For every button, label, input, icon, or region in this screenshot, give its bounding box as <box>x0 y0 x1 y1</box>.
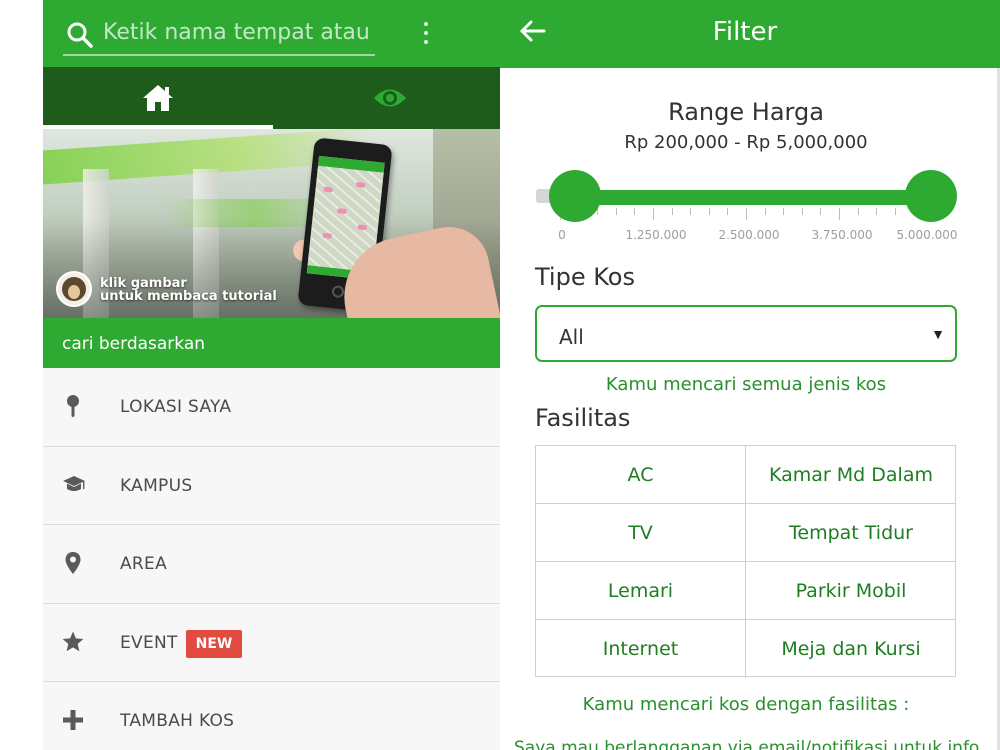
plus-icon <box>63 710 83 730</box>
facility-option-lemari[interactable]: Lemari <box>536 562 746 620</box>
banner-caption-line2: untuk membaca tutorial <box>100 289 277 304</box>
slider-tick <box>653 208 654 220</box>
eye-icon <box>374 89 406 107</box>
avatar <box>56 271 92 307</box>
fasilitas-label: Fasilitas <box>535 404 631 432</box>
facility-option-kamar-mandi-dalam[interactable]: Kamar Md Dalam <box>746 446 956 504</box>
slider-tick-label: 0 <box>558 228 566 242</box>
price-range-title: Range Harga <box>668 98 824 126</box>
menu-item-label: AREA <box>120 554 168 574</box>
tipe-kos-selected-value: All <box>559 325 584 349</box>
slider-tick-label: 5.000.000 <box>896 228 958 242</box>
slider-tick <box>615 208 617 215</box>
menu-item-area[interactable]: AREA <box>43 525 500 604</box>
facility-option-internet[interactable]: Internet <box>536 620 746 678</box>
banner-caption: klik gambar untuk membaca tutorial <box>100 277 277 303</box>
dropdown-caret-icon: ▼ <box>931 326 945 342</box>
filter-toolbar: Filter <box>500 0 1000 68</box>
subscribe-text[interactable]: Saya mau berlangganan via email/notifika… <box>514 738 994 750</box>
facility-option-ac[interactable]: AC <box>536 446 746 504</box>
star-icon <box>62 631 84 651</box>
slider-tick <box>894 208 896 215</box>
slider-tick <box>839 208 840 220</box>
filter-screen: Filter Range Harga Rp 200,000 - Rp 5,000… <box>500 0 1000 750</box>
graduation-cap-icon <box>63 475 85 491</box>
fasilitas-grid: AC Kamar Md Dalam TV Tempat Tidur Lemari… <box>535 445 956 678</box>
menu-item-label: LOKASI SAYA <box>120 397 232 417</box>
facility-option-meja-dan-kursi[interactable]: Meja dan Kursi <box>746 620 956 678</box>
search-by-label: cari berdasarkan <box>62 334 206 354</box>
overflow-menu-icon[interactable] <box>416 18 436 48</box>
home-screen: Ketik nama tempat atau al klik gambar un… <box>43 0 500 750</box>
home-icon <box>143 85 173 111</box>
slider-tick <box>690 208 692 215</box>
slider-tick-label: 1.250.000 <box>625 228 687 242</box>
slider-tick <box>634 208 636 215</box>
tab-bar <box>43 67 500 129</box>
fasilitas-hint: Kamu mencari kos dengan fasilitas : <box>582 694 910 715</box>
menu-item-tambah-kos[interactable]: TAMBAH KOS <box>43 682 500 750</box>
slider-tick <box>801 208 803 215</box>
tipe-kos-hint: Kamu mencari semua jenis kos <box>605 374 887 395</box>
search-by-menu: LOKASI SAYA KAMPUS AREA EVENT NEW TAMBAH… <box>43 368 500 750</box>
facility-option-tv[interactable]: TV <box>536 504 746 562</box>
slider-tick <box>764 208 766 215</box>
slider-ticks <box>560 208 933 222</box>
slider-tick-label: 3.750.000 <box>811 228 873 242</box>
new-badge: NEW <box>186 629 242 658</box>
menu-item-event[interactable]: EVENT NEW <box>43 603 500 682</box>
tab-home[interactable] <box>43 67 273 129</box>
slider-tick-label: 2.500.000 <box>718 228 780 242</box>
facility-option-parkir-mobil[interactable]: Parkir Mobil <box>746 562 956 620</box>
search-field[interactable]: Ketik nama tempat atau al <box>63 14 375 56</box>
slider-tick <box>671 208 673 215</box>
page-title: Filter <box>712 17 778 47</box>
search-by-header: cari berdasarkan <box>43 318 500 368</box>
menu-item-label: TAMBAH KOS <box>120 711 235 731</box>
tipe-kos-select[interactable]: All ▼ <box>535 305 957 362</box>
search-icon <box>67 22 93 48</box>
map-marker-icon <box>65 552 81 574</box>
search-placeholder: Ketik nama tempat atau al <box>103 20 371 45</box>
slider-tick <box>746 208 747 220</box>
tipe-kos-label: Tipe Kos <box>535 263 635 291</box>
facility-option-tempat-tidur[interactable]: Tempat Tidur <box>746 504 956 562</box>
slider-tick <box>783 208 785 215</box>
tab-viewed[interactable] <box>273 67 500 129</box>
price-range-value: Rp 200,000 - Rp 5,000,000 <box>624 132 868 153</box>
tutorial-banner[interactable]: klik gambar untuk membaca tutorial <box>43 129 500 318</box>
slider-tick <box>727 208 729 215</box>
menu-item-label: KAMPUS <box>120 475 193 496</box>
menu-item-label: EVENT <box>120 632 178 653</box>
slider-tick <box>708 208 710 215</box>
slider-tick <box>857 208 859 215</box>
price-min-thumb[interactable] <box>549 170 601 222</box>
app-toolbar: Ketik nama tempat atau al <box>43 0 500 67</box>
slider-tick <box>876 208 878 215</box>
pin-icon <box>67 395 79 417</box>
slider-track-active <box>575 190 931 205</box>
menu-item-lokasi-saya[interactable]: LOKASI SAYA <box>43 368 500 447</box>
price-max-thumb[interactable] <box>905 170 957 222</box>
menu-item-kampus[interactable]: KAMPUS <box>43 446 500 525</box>
slider-tick <box>820 208 822 215</box>
